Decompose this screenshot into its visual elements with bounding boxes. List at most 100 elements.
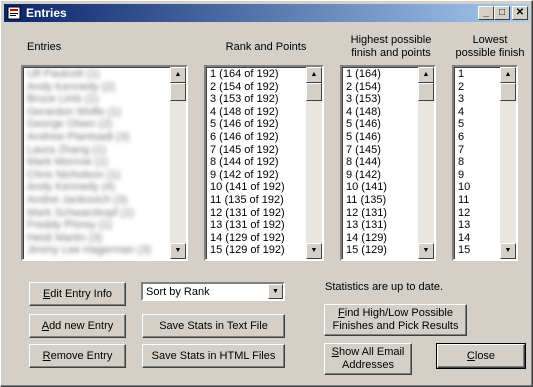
scroll-up-icon[interactable]: ▲ [418,67,434,83]
lowest-scrollbar[interactable]: ▲ ▼ [500,67,516,259]
rank-list-item[interactable]: 10 (141 of 192) [208,181,305,194]
entry-list-item[interactable]: Gerardon Wolfe (1) [25,106,169,119]
lowest-list-item[interactable]: 10 [456,181,499,194]
lowest-list-item[interactable]: 3 [456,93,499,106]
entry-list-item[interactable]: Bruce Lints (1) [25,93,169,106]
rank-list-item[interactable]: 15 (129 of 192) [208,244,305,257]
highest-scrollbar[interactable]: ▲ ▼ [418,67,434,259]
save-html-button[interactable]: Save Stats in HTML Files [142,344,285,368]
remove-entry-button[interactable]: Remove Entry [29,344,126,368]
close-window-button[interactable]: ✕ [512,6,528,20]
lowest-list-item[interactable]: 4 [456,106,499,119]
scroll-up-icon[interactable]: ▲ [500,67,516,83]
rank-list-item[interactable]: 4 (148 of 192) [208,106,305,119]
entries-window: Entries _ □ ✕ Entries Rank and Points Hi… [0,0,533,387]
highest-list-item[interactable]: 9 (142) [344,169,417,182]
highest-list-item[interactable]: 15 (129) [344,244,417,257]
chevron-down-icon[interactable]: ▼ [268,284,283,299]
minimize-button[interactable]: _ [478,6,494,20]
rank-points-listbox[interactable]: 1 (164 of 192) 2 (154 of 192) 3 (153 of 19… [204,65,324,261]
scroll-down-icon[interactable]: ▼ [500,243,516,259]
rank-list-item[interactable]: 14 (129 of 192) [208,232,305,245]
scroll-down-icon[interactable]: ▼ [418,243,434,259]
scroll-down-icon[interactable]: ▼ [306,243,322,259]
highest-list-item[interactable]: 4 (148) [344,106,417,119]
rank-list-item[interactable]: 8 (144 of 192) [208,156,305,169]
sort-select-value: Sort by Rank [146,286,210,298]
highest-list-item[interactable]: 13 (131) [344,219,417,232]
highest-list-item[interactable]: 3 (153) [344,93,417,106]
title-bar[interactable]: Entries _ □ ✕ [4,4,529,22]
lowest-list-item[interactable]: 9 [456,169,499,182]
lowest-list-item[interactable]: 14 [456,232,499,245]
highest-list-item[interactable]: 7 (145) [344,144,417,157]
entry-list-item[interactable]: Mark Monroe (1) [25,156,169,169]
rank-list-item[interactable]: 2 (154 of 192) [208,81,305,94]
highest-list-item[interactable]: 12 (131) [344,207,417,220]
highest-list-item[interactable]: 5 (146) [344,131,417,144]
highest-list-item[interactable]: 1 (164) [344,68,417,81]
entry-list-item[interactable]: Freddy Phirey (1) [25,219,169,232]
rank-list-item[interactable]: 12 (131 of 192) [208,207,305,220]
close-button[interactable]: Close [436,343,526,369]
rank-list-item[interactable]: 9 (142 of 192) [208,169,305,182]
show-emails-button[interactable]: Show All Email Addresses [324,343,412,375]
find-high-low-button[interactable]: Find High/Low Possible Finishes and Pick… [324,304,467,336]
lowest-list-item[interactable]: 2 [456,81,499,94]
entries-listbox[interactable]: Ulf Paulcott (1) Andy Kennedy (2) Bruce Li… [21,65,188,261]
highest-list-item[interactable]: 2 (154) [344,81,417,94]
scroll-down-icon[interactable]: ▼ [170,243,186,259]
lowest-list-item[interactable]: 6 [456,131,499,144]
add-entry-button[interactable]: Add new Entry [29,314,126,338]
status-text: Statistics are up to date. [325,281,444,293]
save-text-button[interactable]: Save Stats in Text File [142,314,285,338]
edit-entry-button[interactable]: Edit Entry Info [29,282,126,306]
highest-finish-header: Highest possible finish and points [350,34,432,59]
entry-list-item[interactable]: Heidi Martin (3) [25,232,169,245]
entry-list-item[interactable]: Ulf Paulcott (1) [25,68,169,81]
scroll-thumb[interactable] [500,83,516,101]
entry-list-item[interactable]: Chris Nicholson (1) [25,169,169,182]
lowest-list-item[interactable]: 15 [456,244,499,257]
rank-list-item[interactable]: 6 (146 of 192) [208,131,305,144]
lowest-finish-listbox[interactable]: 1 2 3 4 5 6 7 8 9 10 11 12 13 14 15 ▲ ▼ [452,65,518,261]
entry-list-item[interactable]: Andy Kennedy (2) [25,81,169,94]
lowest-list-item[interactable]: 1 [456,68,499,81]
scroll-thumb[interactable] [418,83,434,101]
scroll-up-icon[interactable]: ▲ [170,67,186,83]
highest-list-item[interactable]: 10 (141) [344,181,417,194]
entry-list-item[interactable]: George Olsen (2) [25,118,169,131]
highest-list-item[interactable]: 8 (144) [344,156,417,169]
highest-list-item[interactable]: 5 (146) [344,118,417,131]
rank-list-item[interactable]: 7 (145 of 192) [208,144,305,157]
rank-list-item[interactable]: 3 (153 of 192) [208,93,305,106]
rank-points-header: Rank and Points [225,41,307,53]
rank-scrollbar[interactable]: ▲ ▼ [306,67,322,259]
lowest-list-item[interactable]: 8 [456,156,499,169]
rank-list-item[interactable]: 1 (164 of 192) [208,68,305,81]
lowest-list-item[interactable]: 12 [456,207,499,220]
rank-list-item[interactable]: 13 (131 of 192) [208,219,305,232]
highest-list-item[interactable]: 11 (135) [344,194,417,207]
scroll-thumb[interactable] [170,83,186,101]
maximize-button[interactable]: □ [494,6,510,20]
lowest-list-item[interactable]: 7 [456,144,499,157]
window-title: Entries [26,6,67,20]
entry-list-item[interactable]: Jimmy Lee Hagerman (3) [25,244,169,257]
lowest-list-item[interactable]: 5 [456,118,499,131]
rank-list-item[interactable]: 11 (135 of 192) [208,194,305,207]
entry-list-item[interactable]: Mark Schwarzkopf (1) [25,207,169,220]
entry-list-item[interactable]: Andrew Plantsadt (3) [25,131,169,144]
scroll-thumb[interactable] [306,83,322,101]
lowest-list-item[interactable]: 13 [456,219,499,232]
sort-select[interactable]: Sort by Rank ▼ [141,282,285,301]
lowest-list-item[interactable]: 11 [456,194,499,207]
rank-list-item[interactable]: 5 (146 of 192) [208,118,305,131]
scroll-up-icon[interactable]: ▲ [306,67,322,83]
entry-list-item[interactable]: Andy Kennedy (4) [25,181,169,194]
entry-list-item[interactable]: Laura Zhang (1) [25,144,169,157]
entry-list-item[interactable]: Andrei Jankovich (3) [25,194,169,207]
highest-list-item[interactable]: 14 (129) [344,232,417,245]
highest-finish-listbox[interactable]: 1 (164) 2 (154) 3 (153) 4 (148) 5 (146) 5 (14… [340,65,436,261]
entries-scrollbar[interactable]: ▲ ▼ [170,67,186,259]
